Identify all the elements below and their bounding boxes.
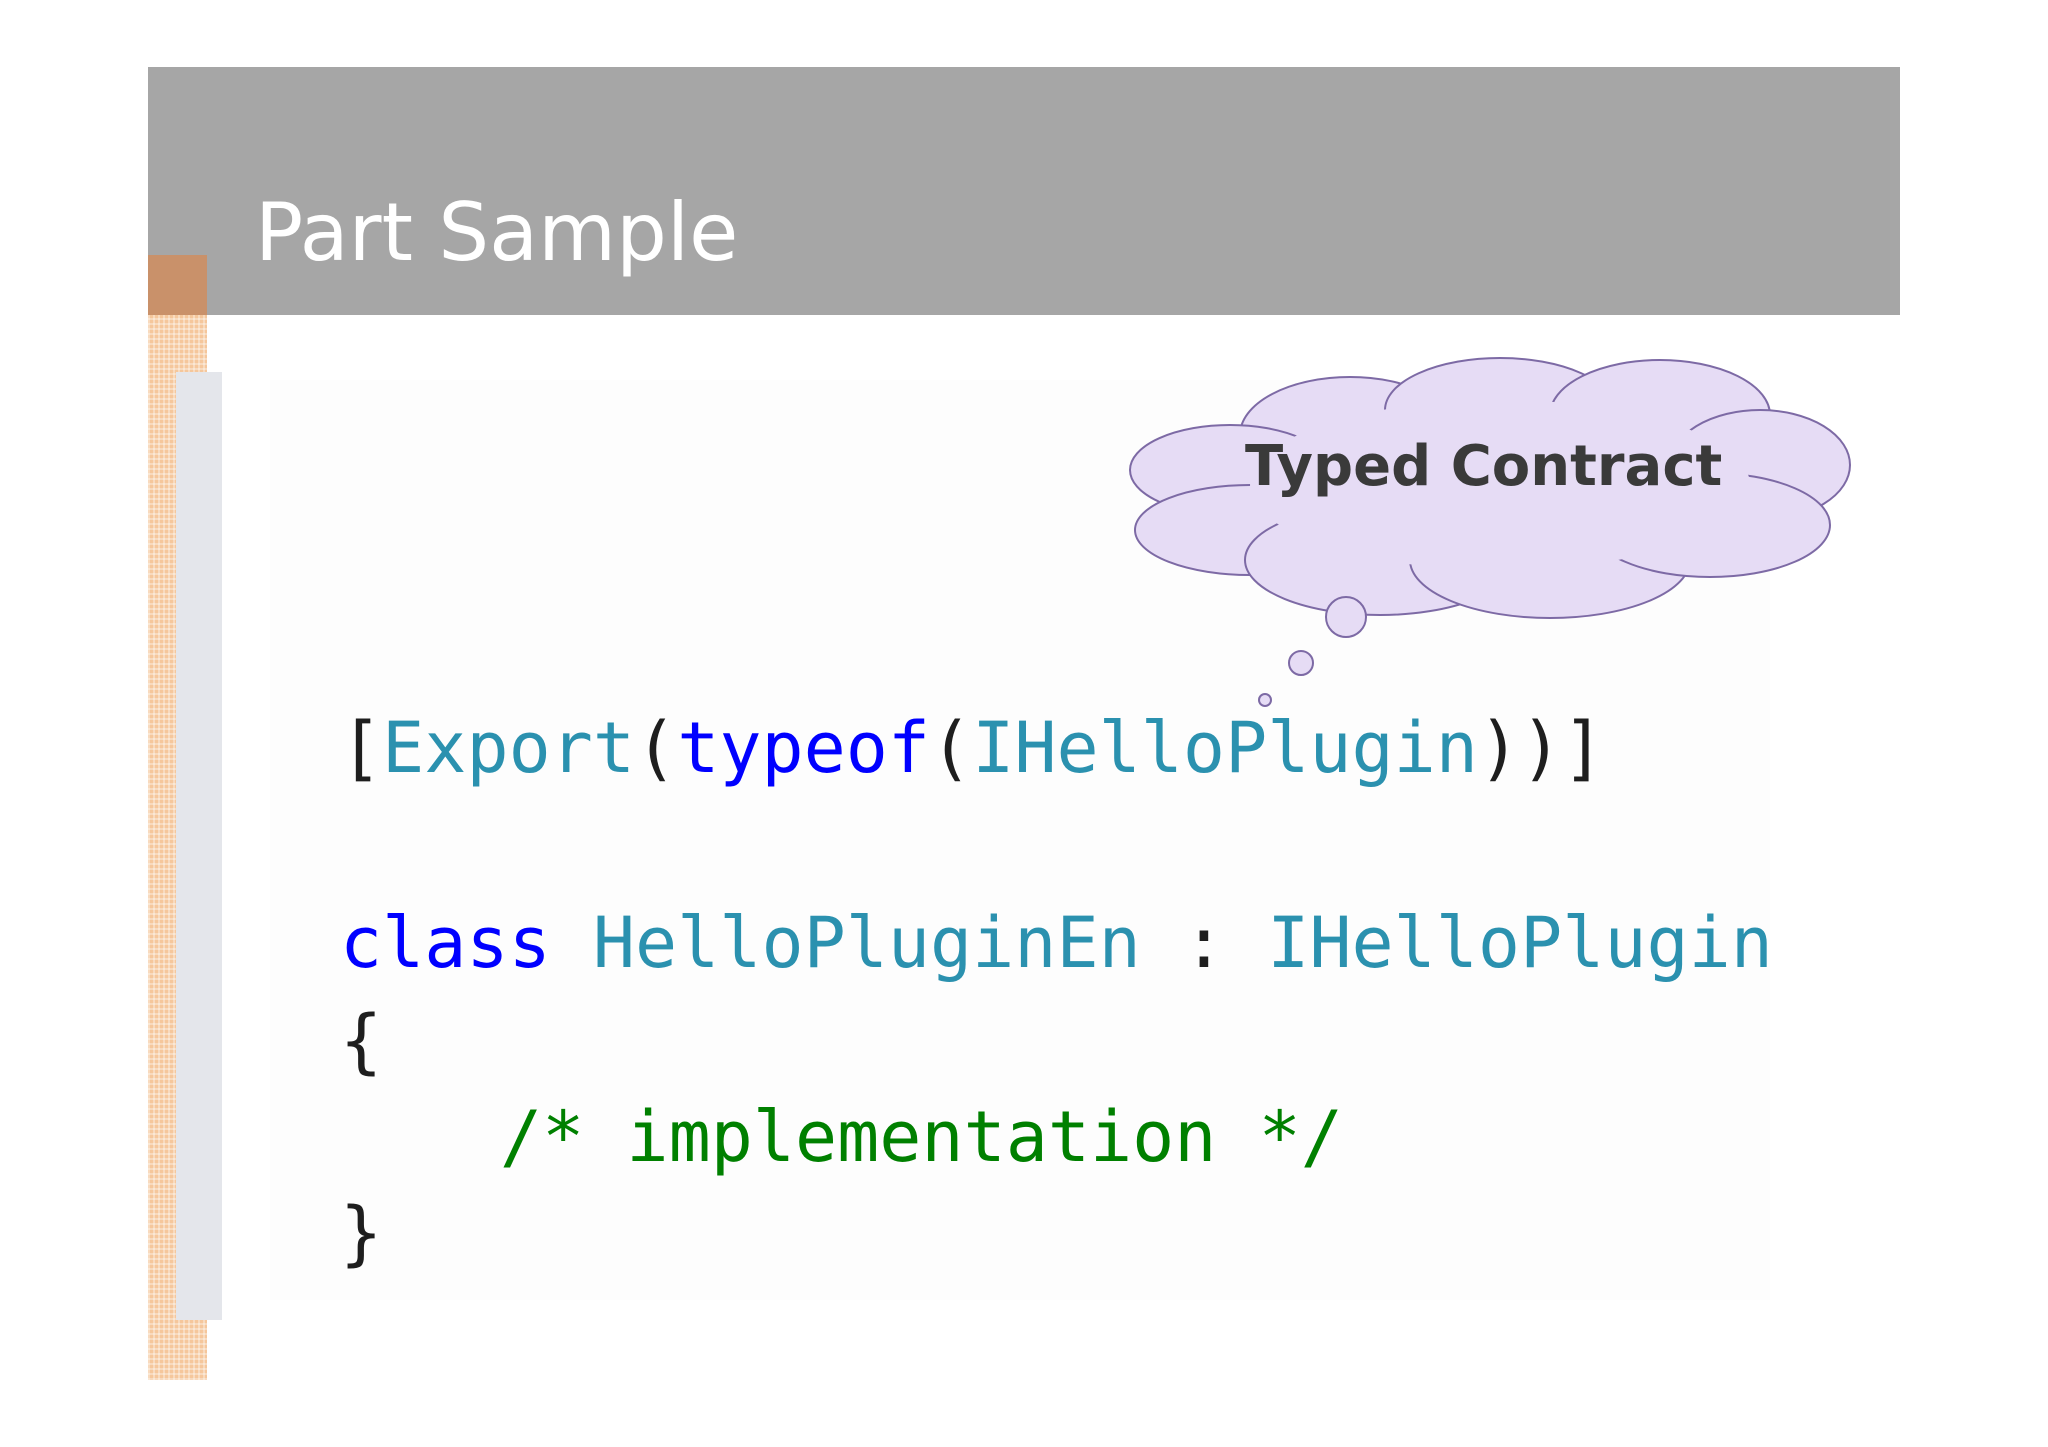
code-token: [ <box>340 707 383 789</box>
code-line-class: class HelloPluginEn : IHelloPlugin <box>340 901 1773 985</box>
code-token: ( <box>635 707 678 789</box>
code-line-comment: /* implementation */ <box>500 1096 1343 1178</box>
accent-block <box>148 255 207 315</box>
code-token-attribute: Export <box>382 707 636 789</box>
thought-cloud-icon <box>1129 357 1851 707</box>
code-token: : <box>1182 902 1226 984</box>
code-token-interface: IHelloPlugin <box>1267 902 1773 984</box>
slide-title: Part Sample <box>255 186 739 279</box>
accent-panel <box>176 372 222 1320</box>
code-token-keyword: typeof <box>677 707 931 789</box>
code-line-export: [Export(typeof(IHelloPlugin))] <box>340 706 1604 790</box>
code-token: ( <box>930 707 973 789</box>
code-line-close-brace: } <box>340 1192 383 1274</box>
code-line-open-brace: { <box>340 1000 383 1082</box>
slide: Part Sample Typed Contract [Export(typeo… <box>0 0 2048 1447</box>
code-token-class-name: HelloPluginEn <box>592 902 1141 984</box>
code-token: ))] <box>1477 707 1605 789</box>
callout-text: Typed Contract <box>1245 434 1723 499</box>
code-token-type: IHelloPlugin <box>972 707 1478 789</box>
code-token-keyword: class <box>340 902 551 984</box>
